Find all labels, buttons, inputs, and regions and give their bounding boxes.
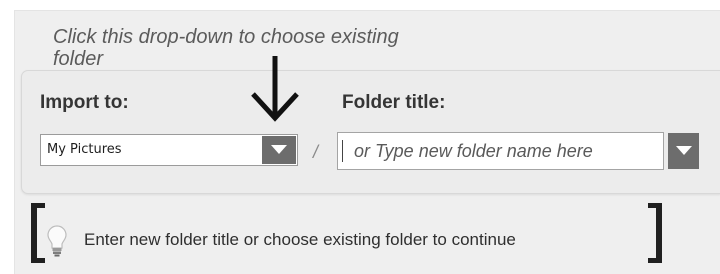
folder-title-dropdown-button[interactable] (668, 133, 699, 169)
folder-title-label: Folder title: (342, 92, 446, 113)
folder-title-field[interactable] (337, 132, 665, 170)
text-caret (342, 140, 343, 162)
import-to-selected-value: My Pictures (47, 142, 122, 157)
chevron-down-icon (271, 145, 287, 154)
separator-slash: / (313, 142, 319, 162)
lightbulb-icon (47, 225, 67, 257)
instruction-hint: Click this drop-down to choose existing … (53, 26, 399, 70)
status-bracket-right (648, 203, 662, 263)
folder-title-input[interactable] (348, 137, 665, 165)
import-to-dropdown-button[interactable] (262, 136, 296, 164)
import-to-dropdown[interactable]: My Pictures (40, 134, 298, 166)
status-bracket-left (31, 203, 45, 263)
chevron-down-icon (676, 146, 692, 155)
import-to-label: Import to: (40, 92, 129, 113)
arrow-down-icon (251, 56, 299, 122)
status-message: Enter new folder title or choose existin… (84, 230, 516, 249)
